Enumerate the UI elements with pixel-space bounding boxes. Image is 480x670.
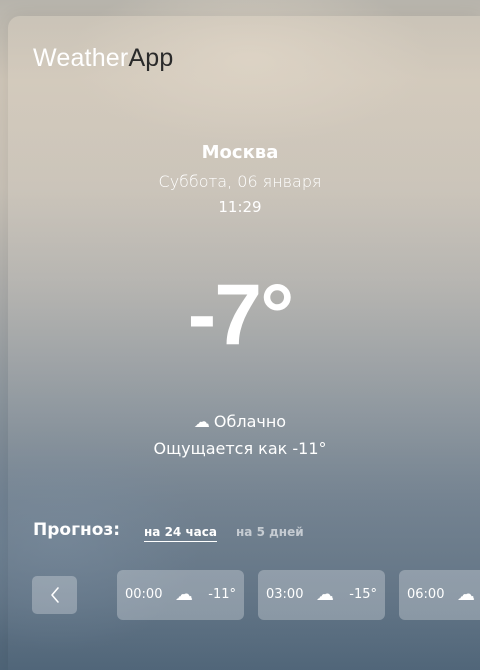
forecast-hour-temp: -15° — [349, 587, 377, 602]
prev-button[interactable] — [32, 576, 77, 614]
logo-part-app: App — [128, 44, 174, 72]
city-name: Москва — [201, 142, 279, 163]
forecast-label: Прогноз: — [33, 520, 121, 540]
forecast-hour-card[interactable]: 06:00 ☁ — [399, 570, 480, 620]
current-date: Суббота, 06 января — [158, 172, 322, 191]
forecast-hour-temp: -11° — [208, 587, 236, 602]
cloud-icon: ☁ — [316, 584, 334, 605]
weather-condition: ☁ Облачно — [0, 412, 480, 431]
forecast-hour-card[interactable]: 00:00 ☁ -11° — [117, 570, 244, 620]
logo-part-weather: Weather — [33, 44, 129, 72]
cloud-icon: ☁ — [193, 412, 210, 431]
current-time: 11:29 — [218, 198, 262, 216]
tab-5-days[interactable]: на 5 дней — [236, 525, 304, 539]
current-temperature: -7° — [187, 267, 295, 363]
forecast-hour-time: 00:00 — [125, 587, 163, 602]
forecast-hour-card[interactable]: 03:00 ☁ -15° — [258, 570, 385, 620]
tab-24-hours[interactable]: на 24 часа — [144, 525, 217, 542]
condition-text: Облачно — [213, 412, 287, 431]
forecast-hour-time: 06:00 — [407, 587, 445, 602]
chevron-left-icon — [50, 587, 59, 603]
forecast-hour-time: 03:00 — [266, 587, 304, 602]
app-logo: WeatherApp — [33, 44, 174, 73]
cloud-icon: ☁ — [175, 584, 193, 605]
bottom-fade — [0, 660, 480, 670]
feels-like: Ощущается как -11° — [153, 439, 327, 458]
cloud-icon: ☁ — [457, 584, 475, 605]
